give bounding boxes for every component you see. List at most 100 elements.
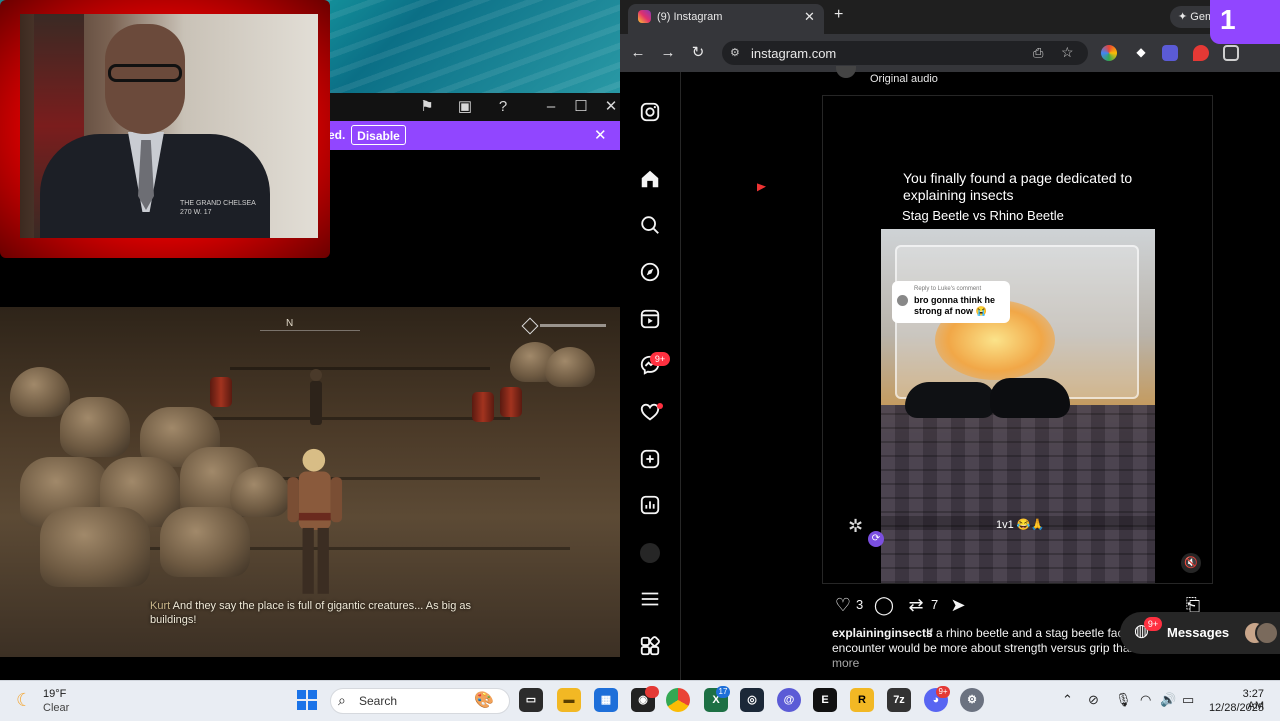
mute-icon[interactable]: 🔇 bbox=[1181, 553, 1201, 573]
compass-bar bbox=[260, 318, 360, 331]
wifi-icon[interactable]: ◠ bbox=[1140, 692, 1151, 708]
weather-temperature[interactable]: 19°F bbox=[43, 688, 66, 700]
screen-icon[interactable]: ▣ bbox=[454, 96, 476, 118]
create-plus-icon[interactable] bbox=[638, 448, 662, 472]
extensions-puzzle-icon[interactable] bbox=[1223, 45, 1239, 61]
stag-beetle bbox=[905, 382, 995, 418]
video-bottom-text: 1v1 😂🙏 bbox=[996, 519, 1045, 531]
weather-condition[interactable]: Clear bbox=[43, 702, 69, 714]
tab-title: (9) Instagram bbox=[657, 11, 723, 23]
microsoft-store-icon[interactable]: ▦ bbox=[594, 688, 618, 712]
diamond-extension-icon[interactable]: ◆ bbox=[1133, 45, 1149, 61]
color-extension-icon[interactable] bbox=[1101, 45, 1117, 61]
network-off-icon[interactable]: ⊘ bbox=[1088, 692, 1099, 708]
share-send-icon[interactable]: ➤ bbox=[947, 594, 969, 616]
search-icon[interactable] bbox=[638, 214, 662, 238]
help-icon[interactable]: ? bbox=[492, 96, 514, 118]
avatar bbox=[1255, 621, 1279, 645]
repost-count: 7 bbox=[931, 597, 939, 612]
reload-button[interactable]: ↻ bbox=[688, 43, 708, 63]
github-badge bbox=[645, 686, 659, 698]
flag-icon[interactable]: ⚑ bbox=[416, 96, 438, 118]
subtitle-text: And they say the place is full of gigant… bbox=[150, 600, 472, 626]
reels-icon[interactable] bbox=[638, 308, 662, 332]
post-caption-line-2: encounter would be more about strength v… bbox=[832, 641, 1132, 655]
hud-status-bar bbox=[540, 324, 606, 327]
video-caption-line: You finally found a page dedicated to ex… bbox=[903, 170, 1133, 203]
player-character bbox=[287, 448, 343, 594]
rhino-beetle bbox=[990, 378, 1070, 418]
close-icon[interactable]: ✕ bbox=[600, 96, 622, 118]
volume-icon[interactable]: 🔊 bbox=[1160, 692, 1176, 708]
maximize-icon[interactable]: ☐ bbox=[570, 96, 592, 118]
settings-gear-icon[interactable]: ⚙ bbox=[960, 688, 984, 712]
repost-icon[interactable]: ⇄ bbox=[905, 594, 927, 616]
site-info-icon[interactable]: ⚙ bbox=[730, 46, 740, 59]
sync-icon: ⟳ bbox=[868, 531, 884, 547]
messages-avatars bbox=[1243, 621, 1279, 645]
home-icon[interactable] bbox=[638, 168, 662, 192]
windows-start-icon[interactable] bbox=[297, 690, 317, 710]
more-menu-icon[interactable] bbox=[638, 588, 662, 612]
disable-button[interactable]: Disable bbox=[351, 125, 406, 145]
battery-icon[interactable]: ▭ bbox=[1182, 692, 1194, 708]
profile-avatar[interactable] bbox=[640, 543, 660, 563]
reply-text: bro gonna think he strong af now 😭 bbox=[914, 295, 995, 316]
search-highlight-art-icon: 🎨 bbox=[474, 692, 494, 709]
task-view-icon[interactable]: ▭ bbox=[519, 688, 543, 712]
comment-icon[interactable]: ◯ bbox=[873, 594, 895, 616]
install-app-icon[interactable]: ⎙ bbox=[1033, 45, 1043, 61]
dashboard-chart-icon[interactable] bbox=[638, 494, 662, 518]
jacket-logo: THE GRAND CHELSEA 270 W. 17 bbox=[180, 200, 256, 216]
messages-count-badge: 9+ bbox=[650, 352, 670, 366]
post-more-link[interactable]: more bbox=[832, 656, 859, 670]
notification-close-icon[interactable]: ✕ bbox=[594, 126, 607, 144]
like-heart-icon[interactable]: ♡ bbox=[832, 594, 854, 616]
npc-figure bbox=[310, 369, 322, 425]
taskbar-search-label: Search bbox=[359, 694, 398, 708]
moth-icon: ✲ bbox=[848, 516, 864, 536]
subtitle-speaker: Kurt bbox=[150, 600, 171, 612]
spiral-app-icon[interactable]: @ bbox=[777, 688, 801, 712]
chrome-icon[interactable] bbox=[666, 688, 690, 712]
twitch-overlay-count: 1 bbox=[1220, 4, 1236, 35]
tab-close-icon[interactable]: ✕ bbox=[804, 9, 815, 25]
excel-badge: 17 bbox=[716, 686, 730, 698]
forward-button[interactable]: → bbox=[658, 43, 678, 63]
post-audio-label[interactable]: Original audio bbox=[870, 73, 938, 85]
bookmark-star-icon[interactable]: ☆ bbox=[1061, 44, 1074, 61]
microphone-icon[interactable]: 🎙 bbox=[1115, 692, 1132, 708]
rockstar-icon[interactable]: R bbox=[850, 688, 874, 712]
like-count: 3 bbox=[856, 597, 864, 612]
epic-games-icon[interactable]: E bbox=[813, 688, 837, 712]
explore-compass-icon[interactable] bbox=[638, 261, 662, 285]
messages-label: Messages bbox=[1167, 625, 1230, 640]
messages-pill-badge: 9+ bbox=[1144, 617, 1162, 631]
clock-date[interactable]: 12/28/2025 bbox=[1206, 702, 1264, 714]
post-username[interactable]: explaininginsects bbox=[832, 626, 933, 640]
twitch-extension-icon[interactable] bbox=[1162, 45, 1178, 61]
search-magnifier-icon: ⌕ bbox=[338, 692, 346, 708]
reply-header: Reply to Luke's comment bbox=[914, 286, 982, 292]
video-caption-subline: Stag Beetle vs Rhino Beetle bbox=[902, 208, 1064, 223]
also-from-meta-icon[interactable] bbox=[638, 635, 662, 659]
tray-overflow-chevron-icon[interactable]: ⌃ bbox=[1062, 692, 1073, 708]
webcam-video: THE GRAND CHELSEA 270 W. 17 bbox=[20, 14, 318, 238]
file-explorer-icon[interactable]: ▬ bbox=[557, 688, 581, 712]
moon-weather-icon[interactable]: ☾ bbox=[16, 690, 32, 711]
shield-extension-icon[interactable] bbox=[1193, 45, 1209, 61]
address-url: instagram.com bbox=[751, 46, 837, 61]
back-button[interactable]: ← bbox=[628, 43, 648, 63]
instagram-favicon-icon bbox=[638, 10, 651, 23]
7zip-icon[interactable]: 7z bbox=[887, 688, 911, 712]
compass-north-label: N bbox=[286, 318, 294, 329]
notification-dot bbox=[657, 403, 663, 409]
new-tab-button[interactable]: + bbox=[834, 6, 843, 24]
video-woven-mat bbox=[881, 405, 1155, 583]
notification-text: ed. bbox=[328, 128, 346, 142]
instagram-logo-icon[interactable] bbox=[638, 101, 662, 125]
glasses-icon bbox=[108, 64, 182, 82]
post-caption-line-1: If a rhino beetle and a stag beetle face bbox=[926, 626, 1126, 640]
minimize-icon[interactable]: – bbox=[540, 96, 562, 118]
steam-icon[interactable]: ◎ bbox=[740, 688, 764, 712]
